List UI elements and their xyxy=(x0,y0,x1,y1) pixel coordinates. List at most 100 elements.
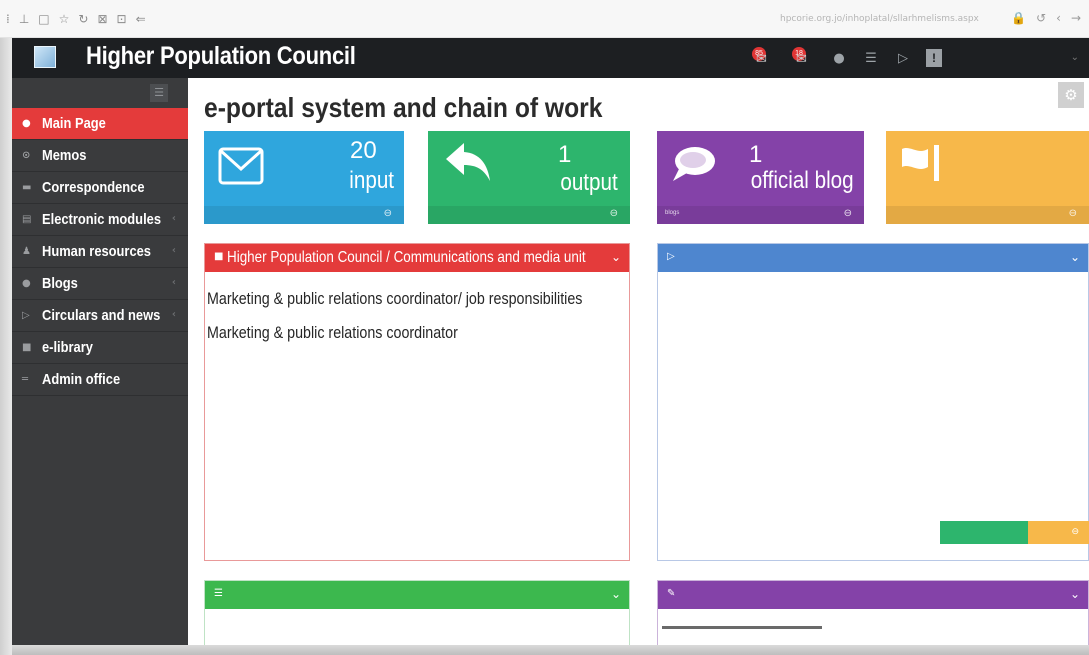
sidebar-item-electronic-modules[interactable]: ▤ Electronic modules ‹ xyxy=(12,204,188,236)
tile-footer[interactable]: blogs ⊖ xyxy=(657,206,864,224)
sidebar-item-admin-office[interactable]: ═ Admin office xyxy=(12,364,188,396)
back-icon[interactable]: ⇐ xyxy=(136,12,146,26)
sidebar-item-label: Circulars and news xyxy=(42,307,161,324)
circle-arrow-icon: ⊖ xyxy=(1071,527,1079,537)
panel-header[interactable]: ■ Higher Population Council / Communicat… xyxy=(205,244,629,272)
tile-blog-count: 1 xyxy=(749,141,763,168)
reload-icon[interactable]: ↺ xyxy=(1036,11,1046,25)
tile-input-count: 20 xyxy=(350,137,377,164)
tile-flag[interactable]: ⊖ xyxy=(886,131,1089,224)
tile-output-count: 1 xyxy=(558,141,572,168)
user-avatar[interactable]: ! xyxy=(926,49,942,67)
memo-icon: ⊙ xyxy=(22,150,31,161)
chevron-left-icon: ‹ xyxy=(171,213,176,224)
circle-arrow-icon: ⊖ xyxy=(1068,208,1077,219)
star-icon[interactable]: ☆ xyxy=(59,12,70,26)
circle-arrow-icon: ⊖ xyxy=(383,208,392,219)
panel-link[interactable]: Marketing & public relations coordinator… xyxy=(207,289,582,309)
flag-icon xyxy=(902,145,939,181)
sidebar-item-circulars-and-news[interactable]: ▷ Circulars and news ‹ xyxy=(12,300,188,332)
window-edge xyxy=(0,38,12,655)
sidebar-menu: ● Main Page ⊙ Memos ▬ Correspondence ▤ E… xyxy=(12,108,188,396)
reply-icon: ✉ xyxy=(796,52,807,67)
panel-header[interactable]: ☰ ⌄ xyxy=(205,581,629,609)
refresh-icon[interactable]: ↻ xyxy=(78,12,88,26)
panel-action-orange[interactable]: ⊖ xyxy=(1028,521,1089,544)
forward-icon[interactable]: ‹ xyxy=(1056,11,1061,25)
sidebar-item-label: Human resources xyxy=(42,243,151,260)
app-title: Higher Population Council xyxy=(86,42,356,70)
browser-toolbar: ⁞ ⊥ □ ☆ ↻ ⊠ ⊡ ⇐ hpcorie.org.jo/inhoplata… xyxy=(0,0,1089,38)
envelope-icon: ▬ xyxy=(22,182,32,193)
reply-icon xyxy=(446,143,490,181)
bookmark-icon[interactable]: ⁞ xyxy=(6,12,10,26)
tile-footer[interactable]: ⊖ xyxy=(886,206,1089,224)
save-icon[interactable]: ⊥ xyxy=(19,12,29,26)
panel-header[interactable]: ▷ ⌄ xyxy=(658,244,1088,272)
chat-icon xyxy=(673,147,715,181)
office-icon: ═ xyxy=(22,374,29,385)
bullet-icon: ■ xyxy=(214,251,224,262)
sidebar-item-e-library[interactable]: ■ e-library xyxy=(12,332,188,364)
sidebar-item-human-resources[interactable]: ♟ Human resources ‹ xyxy=(12,236,188,268)
blog-icon: ● xyxy=(22,278,31,289)
panel-blogs: ✎ ⌄ xyxy=(657,580,1089,655)
chevron-down-icon[interactable]: ⌄ xyxy=(1070,587,1080,601)
council-logo xyxy=(34,46,56,68)
arrow-icon[interactable]: → xyxy=(1071,11,1081,25)
portal-page: ⁞ ⊥ □ ☆ ↻ ⊠ ⊡ ⇐ hpcorie.org.jo/inhoplata… xyxy=(0,0,1089,655)
module-icon: ▤ xyxy=(22,214,32,225)
chevron-down-icon[interactable]: ⌄ xyxy=(611,250,621,264)
chevron-left-icon: ‹ xyxy=(171,245,176,256)
tab-icon[interactable]: □ xyxy=(38,12,49,26)
chat-icon[interactable]: ● xyxy=(830,51,848,66)
sidebar-item-correspondence[interactable]: ▬ Correspondence xyxy=(12,172,188,204)
sidebar-toggle-icon[interactable]: ☰ xyxy=(150,84,168,102)
home-icon: ● xyxy=(22,118,31,129)
output-notification[interactable]: 18 ✉ xyxy=(790,47,816,69)
circle-arrow-icon: ⊖ xyxy=(609,208,618,219)
sidebar-item-label: Memos xyxy=(42,147,87,164)
user-icon: ♟ xyxy=(22,246,31,257)
sidebar-item-label: Electronic modules xyxy=(42,211,162,228)
address-bar[interactable]: hpcorie.org.jo/inhoplatal/sllarhmelisms.… xyxy=(780,14,979,24)
pen-icon: ✎ xyxy=(667,588,676,599)
panel-header[interactable]: ✎ ⌄ xyxy=(658,581,1088,609)
sidebar-item-main-page[interactable]: ● Main Page xyxy=(12,108,188,140)
tile-footer-text: blogs xyxy=(665,210,680,216)
app-header: Higher Population Council 85 ✉ 18 ✉ ● ☰ … xyxy=(12,38,1089,78)
page-title: e-portal system and chain of work xyxy=(204,92,603,123)
tile-output-label: output xyxy=(560,169,618,196)
news-icon[interactable]: ▷ xyxy=(894,51,912,66)
sidebar-item-memos[interactable]: ⊙ Memos xyxy=(12,140,188,172)
tile-footer[interactable]: ⊖ xyxy=(428,206,630,224)
chevron-left-icon: ‹ xyxy=(171,309,176,320)
user-menu-caret-icon[interactable]: ⌄ xyxy=(1071,52,1079,63)
mail-icon: ✉ xyxy=(756,52,767,67)
tile-input[interactable]: 20 input ⊖ xyxy=(204,131,404,224)
panel-content-line xyxy=(662,626,822,629)
panel-action-green[interactable] xyxy=(940,521,1028,544)
news-icon: ▷ xyxy=(667,251,675,262)
screen-icon[interactable]: ⊡ xyxy=(117,12,127,26)
library-icon: ■ xyxy=(22,342,32,353)
sidebar-item-blogs[interactable]: ● Blogs ‹ xyxy=(12,268,188,300)
mail-notification[interactable]: 85 ✉ xyxy=(750,47,776,69)
sidebar: ☰ ● Main Page ⊙ Memos ▬ Correspondence ▤… xyxy=(12,78,188,655)
list-icon[interactable]: ☰ xyxy=(862,51,880,66)
panel-title: Higher Population Council / Communicatio… xyxy=(227,249,586,266)
list-icon: ☰ xyxy=(214,588,223,599)
chevron-down-icon[interactable]: ⌄ xyxy=(611,587,621,601)
panel-circulars: ▷ ⌄ xyxy=(657,243,1089,561)
tile-footer[interactable]: ⊖ xyxy=(204,206,404,224)
sidebar-item-label: Main Page xyxy=(42,115,106,132)
tile-official-blog[interactable]: 1 official blog blogs ⊖ xyxy=(657,131,864,224)
gear-icon[interactable]: ⚙ xyxy=(1058,82,1084,108)
sidebar-item-label: Admin office xyxy=(42,371,121,388)
news-icon: ▷ xyxy=(22,310,30,321)
pin-icon[interactable]: ⊠ xyxy=(97,12,107,26)
chevron-down-icon[interactable]: ⌄ xyxy=(1070,250,1080,264)
tile-output[interactable]: 1 output ⊖ xyxy=(428,131,630,224)
panel-link[interactable]: Marketing & public relations coordinator xyxy=(207,323,458,343)
sidebar-item-label: Blogs xyxy=(42,275,78,292)
